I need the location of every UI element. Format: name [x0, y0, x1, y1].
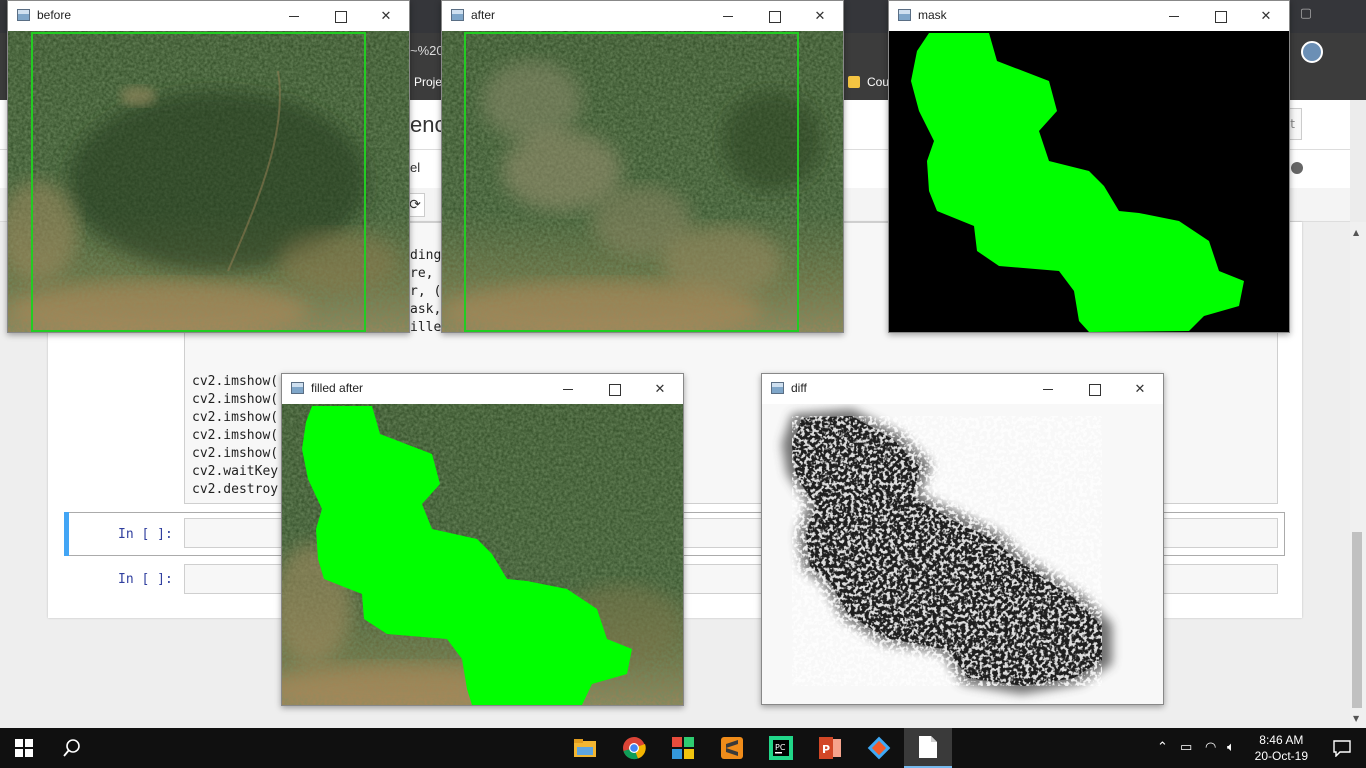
- pycharm-icon[interactable]: PC: [757, 728, 805, 768]
- maximize-icon[interactable]: [317, 1, 363, 31]
- code-line: cv2.imshow(: [192, 428, 279, 443]
- close-icon[interactable]: [1117, 374, 1163, 404]
- close-icon[interactable]: [797, 1, 843, 31]
- minimize-icon[interactable]: [271, 1, 317, 31]
- code-line: cv2.destroy: [192, 482, 279, 497]
- scroll-down-icon[interactable]: ▼: [1353, 714, 1359, 723]
- clock-date: 20-Oct-19: [1254, 749, 1308, 763]
- clock-time: 8:46 AM: [1259, 733, 1304, 747]
- filled-after-image: [282, 404, 683, 705]
- app-window-icon: [451, 9, 464, 21]
- titlebar[interactable]: diff: [762, 374, 1163, 404]
- cell-prompt: In [ ]:: [118, 572, 173, 587]
- chevron-up-icon[interactable]: ⌃: [1157, 740, 1168, 755]
- notepad-icon[interactable]: [904, 728, 952, 768]
- titlebar[interactable]: mask: [889, 1, 1289, 31]
- minimize-icon[interactable]: [545, 374, 591, 404]
- scroll-up-icon[interactable]: ▲: [1353, 228, 1359, 237]
- code-line: cv2.imshow(: [192, 392, 279, 407]
- window-title: filled after: [311, 381, 364, 395]
- app-window-icon: [17, 9, 30, 21]
- mask-image: [889, 31, 1289, 332]
- diff-image: [762, 404, 1163, 704]
- maximize-icon[interactable]: [1071, 374, 1117, 404]
- satellite-image-after: [442, 31, 843, 332]
- minimize-icon[interactable]: [1025, 374, 1071, 404]
- app-window-icon: [291, 382, 304, 394]
- maximize-icon[interactable]: [1197, 1, 1243, 31]
- titlebar[interactable]: before: [8, 1, 409, 31]
- image-canvas: [889, 31, 1289, 332]
- close-icon[interactable]: [363, 1, 409, 31]
- kernel-status-indicator: [1291, 162, 1303, 174]
- battery-icon[interactable]: ▭: [1180, 740, 1192, 755]
- profile-avatar[interactable]: [1301, 41, 1323, 63]
- image-canvas: [8, 31, 409, 332]
- titlebar[interactable]: filled after: [282, 374, 683, 404]
- file-explorer-icon[interactable]: [561, 728, 609, 768]
- bookmark-projects[interactable]: Proje: [414, 75, 442, 89]
- svg-text:PC: PC: [775, 743, 786, 752]
- cell-prompt: In [ ]:: [118, 527, 173, 542]
- close-icon[interactable]: [1243, 1, 1289, 31]
- chrome-icon[interactable]: [610, 728, 658, 768]
- app-window-icon: [771, 382, 784, 394]
- image-canvas: [282, 404, 683, 705]
- code-line: cv2.imshow(: [192, 374, 279, 389]
- window-before[interactable]: before: [7, 0, 410, 333]
- satellite-image-before: [8, 31, 409, 332]
- address-bar-text[interactable]: ~%20: [410, 43, 444, 58]
- image-canvas: [442, 31, 843, 332]
- folder-icon: [848, 76, 860, 88]
- system-clock[interactable]: 8:46 AM 20-Oct-19: [1255, 732, 1308, 764]
- titlebar[interactable]: after: [442, 1, 843, 31]
- sublime-text-icon[interactable]: [708, 728, 756, 768]
- powerpoint-icon[interactable]: P: [806, 728, 854, 768]
- window-title: diff: [791, 381, 807, 395]
- notification-icon[interactable]: [1318, 728, 1366, 768]
- code-fragment: ding: [410, 248, 442, 263]
- window-filled-after[interactable]: filled after: [281, 373, 684, 706]
- code-line: cv2.imshow(: [192, 446, 279, 461]
- code-fragment: r, (: [410, 284, 442, 299]
- git-icon[interactable]: [855, 728, 903, 768]
- window-after[interactable]: after: [441, 0, 844, 333]
- close-icon[interactable]: [637, 374, 683, 404]
- window-mask[interactable]: mask: [888, 0, 1290, 333]
- window-title: after: [471, 8, 496, 22]
- window-title: mask: [918, 8, 947, 22]
- volume-icon[interactable]: 🔈︎: [1227, 740, 1235, 755]
- office-icon[interactable]: [659, 728, 707, 768]
- svg-text:P: P: [822, 743, 830, 756]
- code-fragment: ask,: [410, 302, 442, 317]
- window-diff[interactable]: diff: [761, 373, 1164, 705]
- maximize-icon[interactable]: [591, 374, 637, 404]
- menu-item-kernel[interactable]: el: [410, 160, 420, 175]
- image-canvas: [762, 404, 1163, 704]
- minimize-icon[interactable]: [1151, 1, 1197, 31]
- selected-cell-indicator: [64, 512, 69, 556]
- code-line: cv2.waitKey: [192, 464, 279, 479]
- search-icon[interactable]: [48, 728, 96, 768]
- code-line: cv2.imshow(: [192, 410, 279, 425]
- minimize-icon[interactable]: [705, 1, 751, 31]
- windows-start-icon[interactable]: [0, 728, 48, 768]
- wifi-icon[interactable]: ◠: [1205, 740, 1216, 755]
- scrollbar-thumb[interactable]: [1352, 532, 1362, 708]
- bookmark-courses[interactable]: Cou: [867, 75, 889, 89]
- code-fragment: ille: [410, 320, 442, 335]
- app-window-icon: [898, 9, 911, 21]
- window-title: before: [37, 8, 72, 22]
- browser-window-controls: ▢: [1299, 6, 1312, 21]
- windows-taskbar: PC P ⌃ ▭ ◠ 🔈︎ 8:46 AM 20-Oct-19: [0, 728, 1366, 768]
- maximize-icon[interactable]: [751, 1, 797, 31]
